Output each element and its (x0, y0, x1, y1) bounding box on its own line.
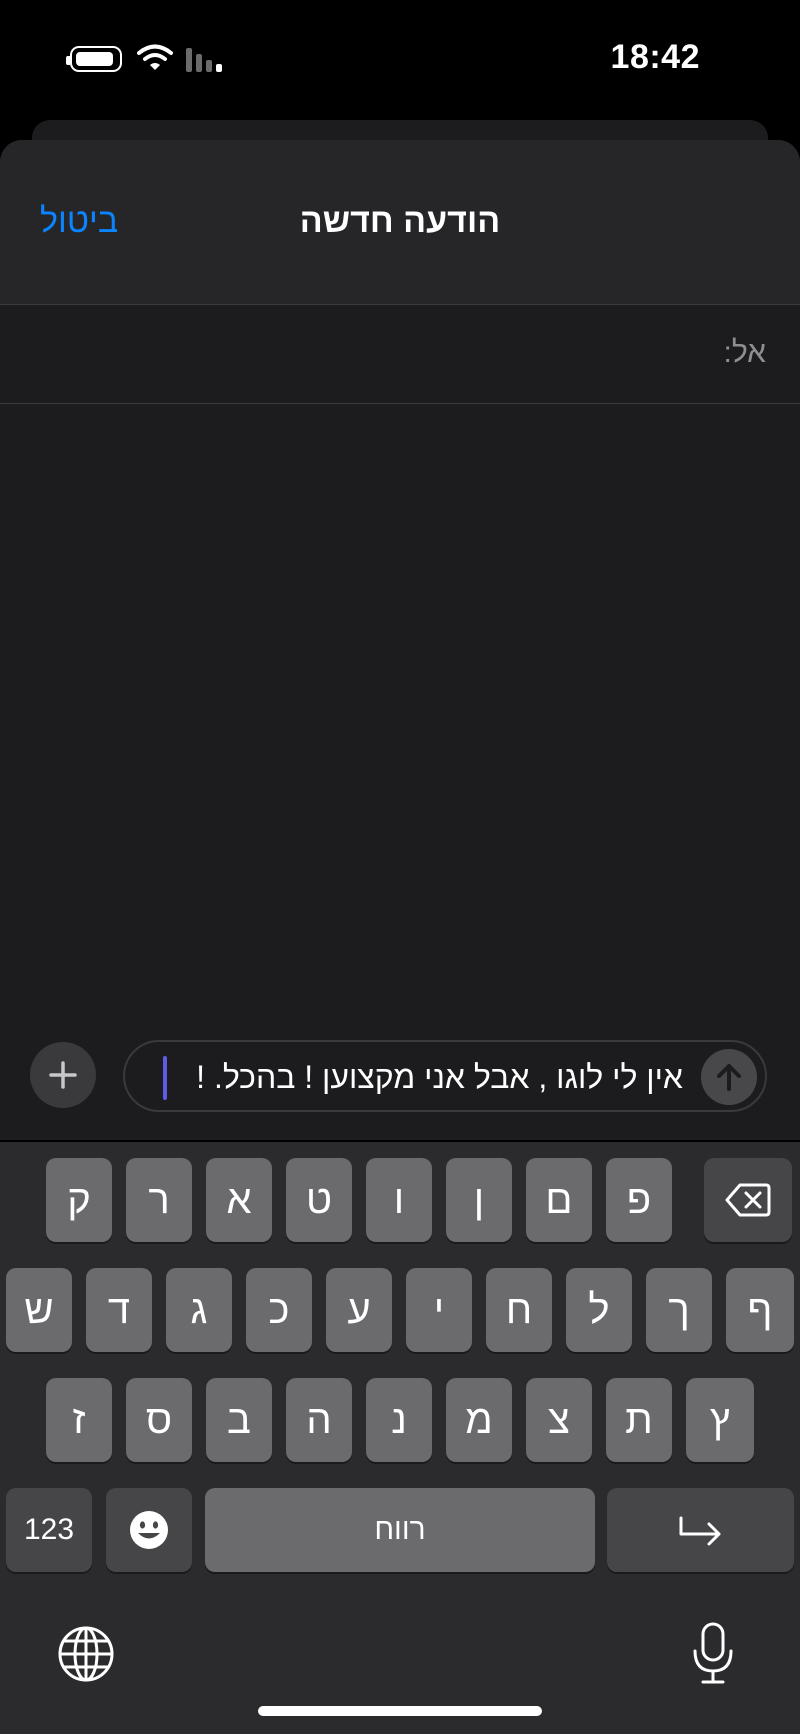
delete-icon (725, 1183, 771, 1217)
key[interactable]: ב (206, 1378, 272, 1462)
key[interactable]: ץ (686, 1378, 754, 1462)
key[interactable]: פ (606, 1158, 672, 1242)
key[interactable]: ע (326, 1268, 392, 1352)
message-input[interactable]: אין לי לוגו , אבל אני מקצוען ! בהכל. ! (123, 1040, 767, 1112)
globe-icon (58, 1626, 114, 1682)
wifi-icon (137, 44, 173, 70)
dictation-button[interactable] (690, 1620, 736, 1686)
status-time: 18:42 (610, 38, 700, 76)
emoji-key[interactable] (106, 1488, 192, 1572)
page-title: הודעה חדשה (299, 202, 501, 240)
key[interactable]: ר (126, 1158, 192, 1242)
numbers-key[interactable]: 123 (6, 1488, 92, 1572)
key[interactable]: ש (6, 1268, 72, 1352)
delete-key[interactable] (704, 1158, 792, 1242)
arrow-up-icon (717, 1064, 741, 1091)
key[interactable]: ה (286, 1378, 352, 1462)
key[interactable]: נ (366, 1378, 432, 1462)
microphone-icon (693, 1622, 733, 1684)
send-button[interactable] (701, 1049, 757, 1105)
key[interactable]: ם (526, 1158, 592, 1242)
battery-icon (66, 46, 122, 72)
recipient-field[interactable]: אל: (0, 304, 800, 404)
key[interactable]: מ (446, 1378, 512, 1462)
home-indicator[interactable] (258, 1706, 542, 1716)
key[interactable]: ט (286, 1158, 352, 1242)
space-key[interactable]: רווח (205, 1488, 595, 1572)
return-icon (679, 1516, 720, 1546)
emoji-icon (130, 1511, 168, 1549)
status-bar: 18:42 (0, 0, 800, 118)
key[interactable]: א (206, 1158, 272, 1242)
key[interactable]: ק (46, 1158, 112, 1242)
cancel-button[interactable]: ביטול (40, 202, 118, 241)
key[interactable]: ד (86, 1268, 152, 1352)
key[interactable]: ל (566, 1268, 632, 1352)
new-message-sheet: הודעה חדשה ביטול אל: (0, 140, 800, 1140)
key[interactable]: ס (126, 1378, 192, 1462)
key[interactable]: צ (526, 1378, 592, 1462)
key[interactable]: ך (646, 1268, 712, 1352)
key[interactable]: ח (486, 1268, 552, 1352)
key[interactable]: י (406, 1268, 472, 1352)
key[interactable]: ן (446, 1158, 512, 1242)
globe-button[interactable] (56, 1624, 116, 1684)
key[interactable]: ת (606, 1378, 672, 1462)
key[interactable]: כ (246, 1268, 312, 1352)
sheet-header: הודעה חדשה ביטול (0, 140, 800, 304)
cellular-signal-icon (186, 48, 222, 72)
key[interactable]: ג (166, 1268, 232, 1352)
keyboard: ק ר א ט ו ן ם פ ש ד ג כ ע י ח ל ך ף ז ס … (0, 1142, 800, 1734)
add-attachment-button[interactable] (30, 1042, 96, 1108)
key[interactable]: ף (726, 1268, 794, 1352)
key[interactable]: ו (366, 1158, 432, 1242)
recipient-label: אל: (723, 336, 766, 369)
message-text: אין לי לוגו , אבל אני מקצוען ! בהכל. ! (196, 1059, 683, 1095)
return-key[interactable] (607, 1488, 794, 1572)
key[interactable]: ז (46, 1378, 112, 1462)
plus-icon (49, 1061, 77, 1089)
text-caret (163, 1056, 167, 1100)
